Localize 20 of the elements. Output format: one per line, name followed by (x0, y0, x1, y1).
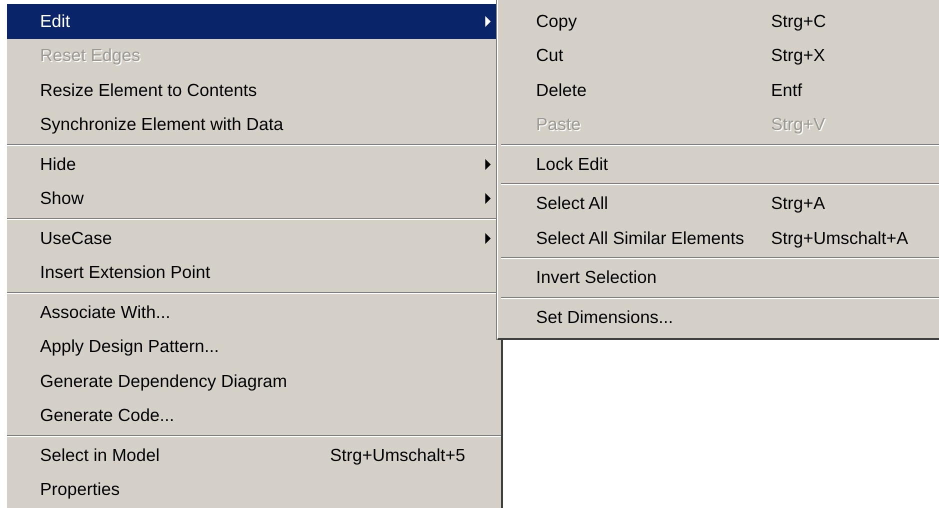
menu-item[interactable]: Show (7, 182, 501, 216)
menu-item[interactable]: Synchronize Element with Data (7, 108, 501, 142)
menu-item[interactable]: Select All Similar Elements Strg+Umschalt+A (501, 221, 939, 256)
menu-item[interactable]: Insert Extension Point (7, 256, 501, 290)
menu-item[interactable]: Lock Edit (501, 147, 939, 182)
menu-item[interactable]: Select in Model Strg+Umschalt+5 (7, 438, 501, 472)
menu-item[interactable]: Invert Selection (501, 260, 939, 295)
menu-item[interactable]: Select All Strg+A (501, 186, 939, 221)
menu-item[interactable]: Copy Strg+C (501, 4, 939, 38)
menu-item[interactable]: Resize Element to Contents (7, 73, 501, 108)
menu-item[interactable]: UseCase (7, 221, 501, 256)
menu-item[interactable]: Set Dimensions... (501, 300, 939, 334)
menu-item[interactable]: Associate With... (7, 295, 501, 330)
menu-item[interactable]: Generate Dependency Diagram (7, 364, 501, 398)
menu-item[interactable]: Properties (7, 472, 501, 507)
menu-item[interactable]: Hide (7, 147, 501, 182)
menu-item[interactable]: Apply Design Pattern... (7, 330, 501, 364)
menu-item[interactable]: Delete Entf (501, 73, 939, 108)
menu-item[interactable]: Generate Code... (7, 398, 501, 433)
menu-item[interactable]: Cut Strg+X (501, 38, 939, 73)
